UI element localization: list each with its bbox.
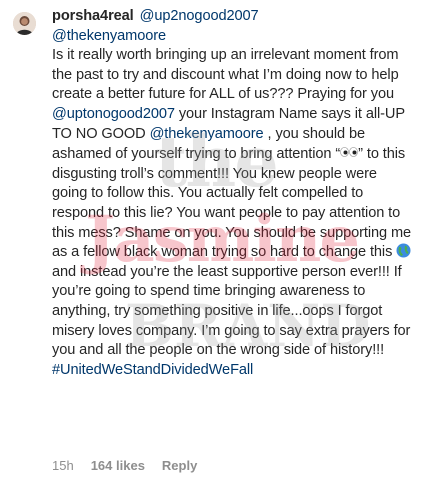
avatar-image — [13, 12, 36, 35]
hashtag-link[interactable]: #UnitedWeStandDividedWeFall — [52, 362, 253, 378]
eyes-icon — [340, 144, 358, 158]
comment-meta: 15h 164 likes Reply — [52, 458, 197, 473]
mention-kenya-link[interactable]: @thekenyamoore — [52, 28, 166, 44]
instagram-comment: porsha4real @up2nogood2007 @thekenyamoore… — [0, 0, 421, 483]
comment-text-part-4: ” to this disgusting troll’s comment!!! … — [52, 146, 412, 261]
comment-text-part-5: and instead you’re the least supportive … — [52, 263, 411, 359]
comment-likes[interactable]: 164 likes — [91, 458, 145, 473]
comment-text-part-1: Is it really worth bringing up an irrele… — [52, 47, 399, 103]
comment-username[interactable]: porsha4real — [52, 8, 134, 24]
earth-globe-icon — [396, 243, 411, 258]
avatar[interactable] — [13, 12, 36, 35]
reply-button[interactable]: Reply — [162, 458, 197, 473]
mention-kenya-link-2[interactable]: @thekenyamoore — [150, 126, 264, 142]
comment-body: porsha4real @up2nogood2007 @thekenyamoore… — [52, 7, 412, 380]
comment-time: 15h — [52, 458, 74, 473]
mention-reply-link[interactable]: @up2nogood2007 — [140, 8, 259, 24]
mention-uptonogood-link[interactable]: @uptonogood2007 — [52, 106, 175, 122]
